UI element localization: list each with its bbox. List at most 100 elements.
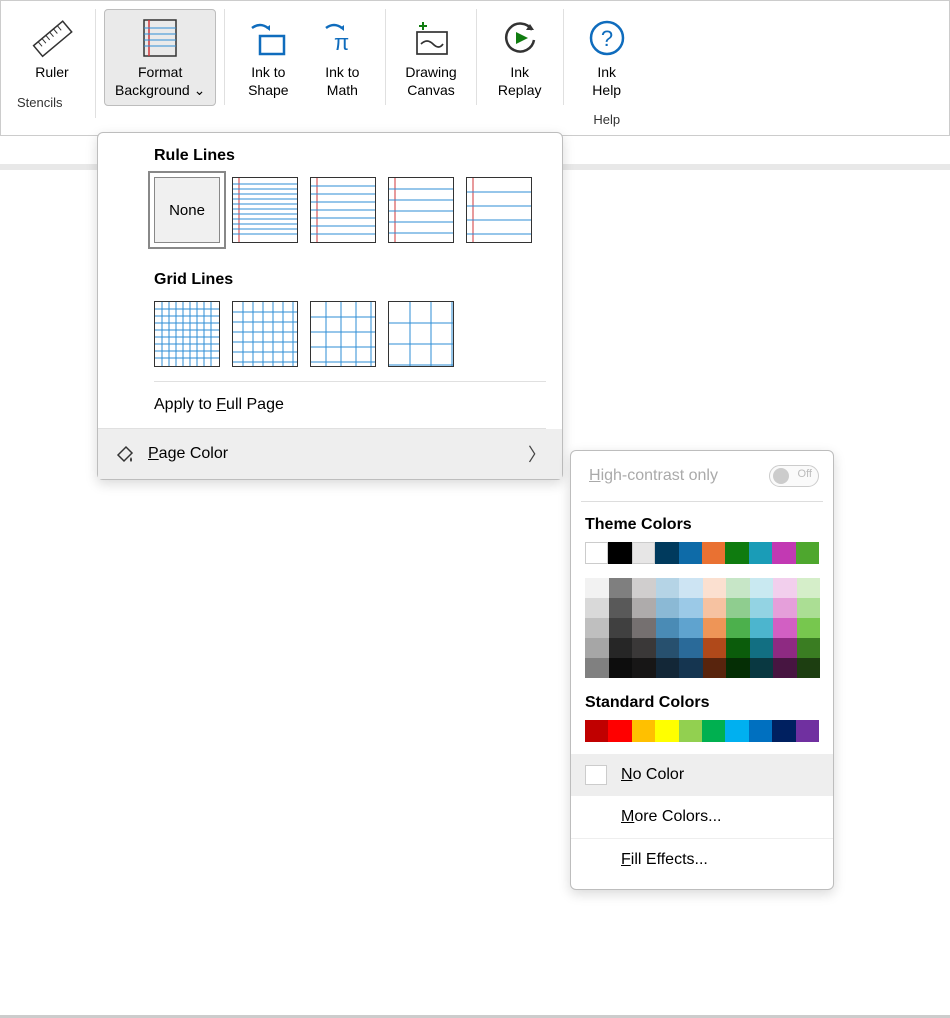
theme-color-swatch[interactable] — [725, 542, 748, 564]
theme-tint-swatch[interactable] — [656, 638, 680, 658]
chevron-right-icon: 〉 — [528, 441, 546, 467]
ink-to-math-button[interactable]: π Ink to Math — [307, 9, 377, 106]
theme-tint-swatch[interactable] — [773, 638, 797, 658]
more-colors-item[interactable]: More Colors... — [571, 795, 833, 838]
fill-effects-item[interactable]: Fill Effects... — [571, 838, 833, 881]
ruler-button[interactable]: Ruler — [17, 9, 87, 89]
rule-lines-wide[interactable] — [466, 177, 532, 243]
theme-tint-swatch[interactable] — [726, 598, 750, 618]
theme-tint-swatch[interactable] — [703, 618, 727, 638]
theme-tint-swatch[interactable] — [797, 638, 821, 658]
page-color-item[interactable]: Page Color 〉 — [98, 429, 562, 479]
theme-color-swatch[interactable] — [749, 542, 772, 564]
theme-tint-swatch[interactable] — [585, 578, 609, 598]
theme-tint-swatch[interactable] — [679, 638, 703, 658]
theme-tint-swatch[interactable] — [750, 658, 774, 678]
theme-tint-swatch[interactable] — [750, 598, 774, 618]
standard-color-swatch[interactable] — [585, 720, 608, 742]
high-contrast-label: High-contrast only — [589, 467, 718, 485]
theme-tint-swatch[interactable] — [679, 578, 703, 598]
rule-lines-narrow[interactable] — [232, 177, 298, 243]
theme-tint-swatch[interactable] — [726, 658, 750, 678]
ink-to-math-label: Ink to Math — [325, 64, 359, 99]
ink-to-shape-label: Ink to Shape — [248, 64, 288, 99]
grid-lines-xlarge[interactable] — [388, 301, 454, 367]
theme-tint-swatch[interactable] — [797, 578, 821, 598]
ink-to-shape-button[interactable]: Ink to Shape — [233, 9, 303, 106]
theme-color-swatch[interactable] — [702, 542, 725, 564]
theme-color-swatch[interactable] — [655, 542, 678, 564]
theme-tint-swatch[interactable] — [703, 638, 727, 658]
theme-tint-swatch[interactable] — [750, 638, 774, 658]
theme-tint-swatch[interactable] — [797, 658, 821, 678]
standard-color-swatch[interactable] — [725, 720, 748, 742]
theme-tint-swatch[interactable] — [585, 658, 609, 678]
theme-tint-swatch[interactable] — [679, 658, 703, 678]
grid-lines-large[interactable] — [310, 301, 376, 367]
theme-tint-swatch[interactable] — [632, 598, 656, 618]
theme-tint-swatch[interactable] — [609, 618, 633, 638]
theme-tint-swatch[interactable] — [750, 578, 774, 598]
ink-help-button[interactable]: ? Ink Help — [572, 9, 642, 106]
theme-tint-swatch[interactable] — [632, 618, 656, 638]
format-background-button[interactable]: Format Background ⌄ — [104, 9, 216, 106]
standard-color-swatch[interactable] — [796, 720, 819, 742]
theme-color-swatch[interactable] — [608, 542, 631, 564]
theme-tint-swatch[interactable] — [609, 638, 633, 658]
theme-tint-swatch[interactable] — [797, 598, 821, 618]
svg-text:π: π — [334, 30, 349, 55]
theme-tint-swatch[interactable] — [703, 598, 727, 618]
drawing-canvas-button[interactable]: Drawing Canvas — [394, 9, 467, 106]
theme-tint-swatch[interactable] — [656, 598, 680, 618]
ink-replay-button[interactable]: Ink Replay — [485, 9, 555, 106]
theme-tint-swatch[interactable] — [609, 598, 633, 618]
format-background-label: Format Background ⌄ — [115, 64, 205, 99]
standard-color-swatch[interactable] — [655, 720, 678, 742]
theme-color-swatch[interactable] — [679, 542, 702, 564]
no-color-item[interactable]: No Color — [571, 754, 833, 795]
theme-tint-swatch[interactable] — [703, 658, 727, 678]
theme-tint-swatch[interactable] — [797, 618, 821, 638]
theme-tint-swatch[interactable] — [726, 638, 750, 658]
theme-tint-swatch[interactable] — [773, 618, 797, 638]
theme-color-swatch[interactable] — [632, 542, 655, 564]
grid-lines-small[interactable] — [154, 301, 220, 367]
theme-tint-swatch[interactable] — [656, 578, 680, 598]
theme-tint-swatch[interactable] — [656, 618, 680, 638]
theme-tint-swatch[interactable] — [726, 618, 750, 638]
standard-color-swatch[interactable] — [772, 720, 795, 742]
theme-tint-swatch[interactable] — [656, 658, 680, 678]
theme-tint-swatch[interactable] — [679, 618, 703, 638]
theme-tint-swatch[interactable] — [750, 618, 774, 638]
theme-tint-swatch[interactable] — [585, 598, 609, 618]
rule-lines-none[interactable]: None — [154, 177, 220, 243]
theme-color-swatch[interactable] — [585, 542, 608, 564]
theme-color-swatch[interactable] — [796, 542, 819, 564]
standard-color-swatch[interactable] — [679, 720, 702, 742]
rule-lines-standard[interactable] — [388, 177, 454, 243]
high-contrast-toggle[interactable]: Off — [769, 465, 819, 487]
theme-tint-swatch[interactable] — [773, 658, 797, 678]
theme-tint-swatch[interactable] — [609, 578, 633, 598]
rule-lines-college[interactable] — [310, 177, 376, 243]
theme-tint-swatch[interactable] — [773, 598, 797, 618]
theme-tint-swatch[interactable] — [632, 638, 656, 658]
theme-tint-swatch[interactable] — [632, 658, 656, 678]
standard-color-swatch[interactable] — [632, 720, 655, 742]
drawing-canvas-label: Drawing Canvas — [405, 64, 456, 99]
theme-tint-swatch[interactable] — [632, 578, 656, 598]
theme-tint-swatch[interactable] — [585, 618, 609, 638]
theme-tint-swatch[interactable] — [679, 598, 703, 618]
standard-color-swatch[interactable] — [749, 720, 772, 742]
theme-tint-swatch[interactable] — [773, 578, 797, 598]
theme-tint-swatch[interactable] — [585, 638, 609, 658]
theme-tint-swatch[interactable] — [703, 578, 727, 598]
theme-color-swatch[interactable] — [772, 542, 795, 564]
page-color-menu: High-contrast only Off Theme Colors Stan… — [570, 450, 834, 890]
apply-full-page-item[interactable]: Apply to Full Page — [98, 382, 562, 428]
standard-color-swatch[interactable] — [702, 720, 725, 742]
standard-color-swatch[interactable] — [608, 720, 631, 742]
theme-tint-swatch[interactable] — [609, 658, 633, 678]
theme-tint-swatch[interactable] — [726, 578, 750, 598]
grid-lines-medium[interactable] — [232, 301, 298, 367]
